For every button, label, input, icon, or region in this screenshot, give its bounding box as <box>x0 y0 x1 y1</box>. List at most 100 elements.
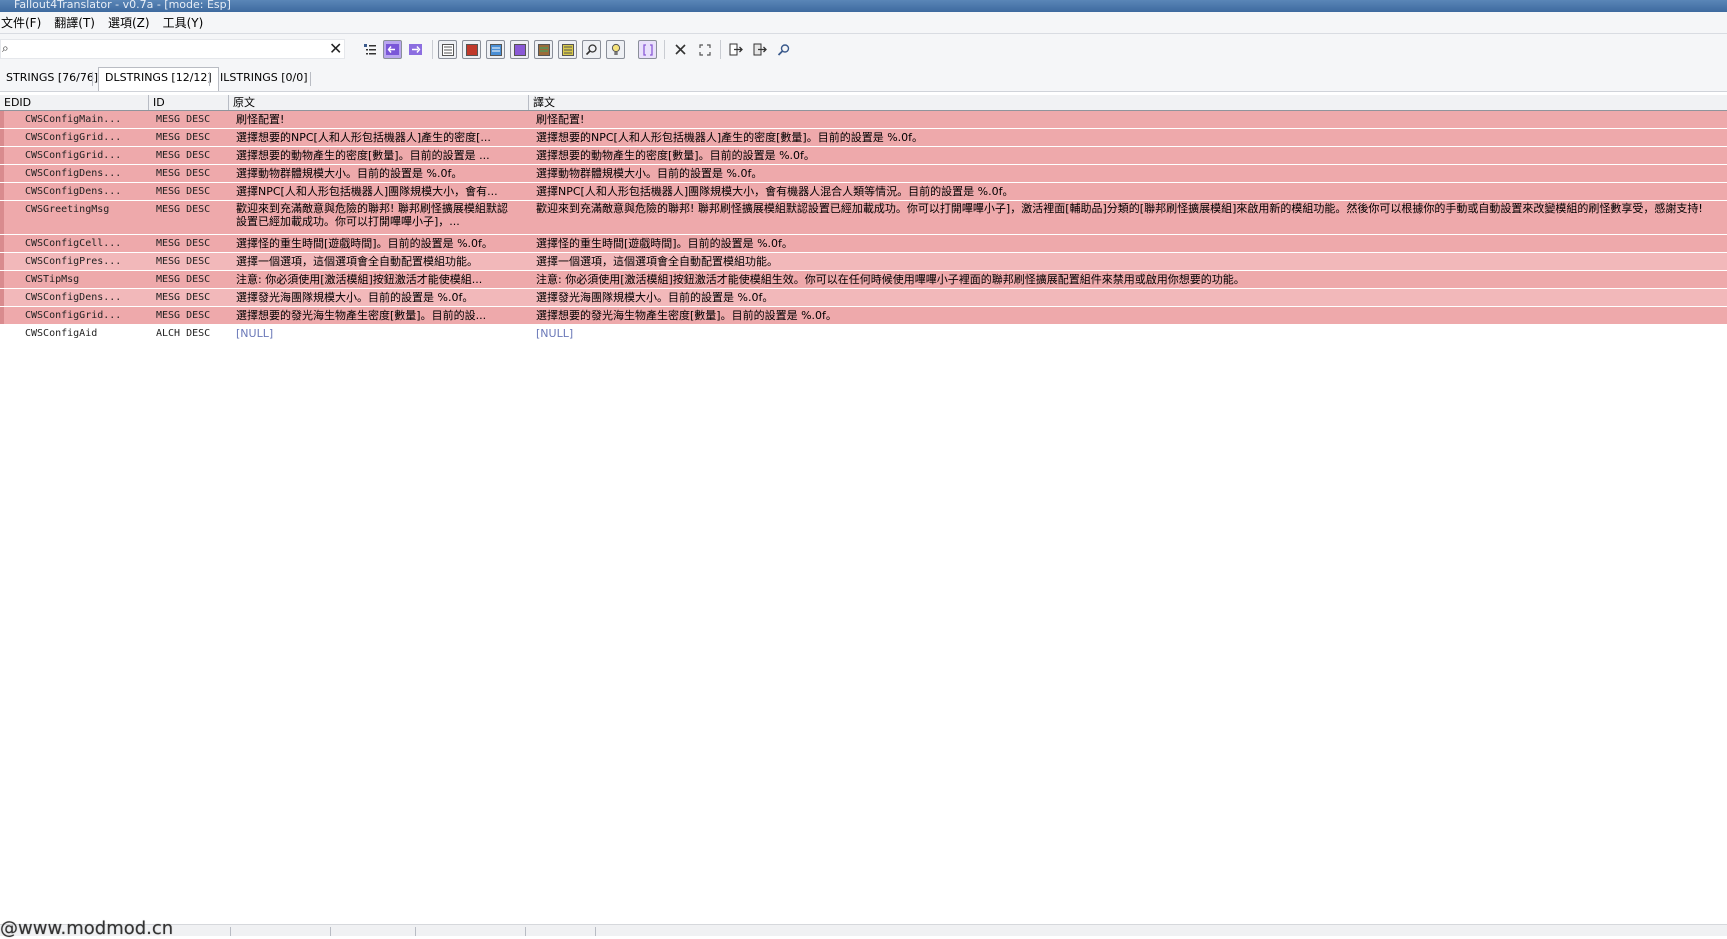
find-icon[interactable] <box>582 40 601 59</box>
close-icon[interactable] <box>671 40 690 59</box>
clear-search-icon[interactable]: ✕ <box>329 39 342 58</box>
row-status-marker <box>0 165 4 182</box>
fullscreen-icon[interactable] <box>695 40 714 59</box>
menu-options[interactable]: 選項(Z) <box>108 14 163 31</box>
cell-original: 選擇想要的NPC[人和人形包括機器人]產生的密度[... <box>236 131 491 144</box>
cell-edid: CWSConfigGrid... <box>25 310 122 321</box>
table-row[interactable]: CWSConfigDens... MESG DESC 選擇動物群體規模大小。目前的設… <box>0 165 1727 183</box>
window-titlebar: Fallout4Translator - v0.7a - [mode: Esp] <box>0 0 1727 12</box>
row-status-marker <box>0 325 4 342</box>
row-status-marker <box>0 147 4 164</box>
cell-original: 選擇一個選項，這個選項會全自動配置模組功能。 <box>236 255 478 268</box>
strings-table: EDID ID 原文 譯文 CWSConfigMain... MESG DESC 刷… <box>0 95 1727 343</box>
tab-dlstrings[interactable]: DLSTRINGS [12/12] <box>98 67 219 91</box>
cell-translation: 選擇怪的重生時間[遊戲時間]。目前的設置是 %.0f。 <box>536 237 793 250</box>
cell-original: 選擇想要的動物產生的密度[數量]。目前的設置是 ... <box>236 149 490 162</box>
cell-edid: CWSConfigDens... <box>25 186 122 197</box>
table-row[interactable]: CWSConfigDens... MESG DESC 選擇發光海團隊規模大小。目前的… <box>0 289 1727 307</box>
row-status-marker <box>0 271 4 288</box>
table-row[interactable]: CWSConfigDens... MESG DESC 選擇NPC[人和人形包括機器人… <box>0 183 1727 201</box>
cell-edid: CWSConfigGrid... <box>25 150 122 161</box>
table-row[interactable]: CWSConfigAid ALCH DESC [NULL] [NULL] <box>0 325 1727 343</box>
cell-id: MESG DESC <box>156 238 211 249</box>
column-header-edid[interactable]: EDID <box>0 95 149 110</box>
table-row[interactable]: CWSGreetingMsg MESG DESC 歡迎來到充滿敵意與危險的聯邦! 聯… <box>0 201 1727 235</box>
row-status-marker <box>0 307 4 324</box>
cell-translation: 選擇一個選項，這個選項會全自動配置模組功能。 <box>536 255 778 268</box>
cell-translation: 選擇想要的NPC[人和人形包括機器人]產生的密度[數量]。目前的設置是 %.0f… <box>536 131 924 144</box>
cell-edid: CWSConfigDens... <box>25 292 122 303</box>
cell-edid: CWSConfigPres... <box>25 256 122 267</box>
table-header: EDID ID 原文 譯文 <box>0 95 1727 111</box>
column-header-id[interactable]: ID <box>149 95 229 110</box>
menu-translate[interactable]: 翻譯(T) <box>54 14 108 31</box>
cell-edid: CWSConfigGrid... <box>25 132 122 143</box>
cell-original: 歡迎來到充滿敵意與危險的聯邦! 聯邦刷怪擴展模組默認設置已經加載成功。你可以打開… <box>236 202 508 228</box>
cell-edid: CWSConfigCell... <box>25 238 122 249</box>
hint-icon[interactable] <box>606 40 625 59</box>
row-status-marker <box>0 253 4 270</box>
menu-bar: 文件(F) 翻譯(T) 選項(Z) 工具(Y) <box>0 12 1727 34</box>
table-row[interactable]: CWSConfigMain... MESG DESC 刷怪配置! 刷怪配置! <box>0 111 1727 129</box>
cell-original: 選擇NPC[人和人形包括機器人]團隊規模大小，會有... <box>236 185 498 198</box>
cell-translation: 注意: 你必須使用[激活模組]按鈕激活才能使模組生效。你可以在任何時候使用嗶嗶小… <box>536 273 1245 286</box>
cell-edid: CWSConfigAid <box>25 328 98 339</box>
table-row[interactable]: CWSConfigCell... MESG DESC 選擇怪的重生時間[遊戲時間]。… <box>0 235 1727 253</box>
search-box: ⌕ ✕ <box>0 39 345 59</box>
cell-id: MESG DESC <box>156 274 211 285</box>
column-header-translation[interactable]: 譯文 <box>529 95 1727 110</box>
cell-original: 選擇怪的重生時間[遊戲時間]。目前的設置是 %.0f。 <box>236 237 493 250</box>
tab-ilstrings[interactable]: ILSTRINGS [0/0] <box>214 67 313 89</box>
cell-id: MESG DESC <box>156 132 211 143</box>
search-user-icon[interactable] <box>774 40 793 59</box>
cell-original: 選擇發光海團隊規模大小。目前的設置是 %.0f。 <box>236 291 474 304</box>
cell-edid: CWSConfigMain... <box>25 114 122 125</box>
cell-id: MESG DESC <box>156 186 211 197</box>
menu-file[interactable]: 文件(F) <box>0 14 54 31</box>
prev-icon[interactable] <box>383 40 402 59</box>
table-row[interactable]: CWSTipMsg MESG DESC 注意: 你必須使用[激活模組]按鈕激活才能使… <box>0 271 1727 289</box>
row-status-marker <box>0 235 4 252</box>
table-row[interactable]: CWSConfigGrid... MESG DESC 選擇想要的發光海生物產生密度[… <box>0 307 1727 325</box>
cell-translation: 選擇動物群體規模大小。目前的設置是 %.0f。 <box>536 167 763 180</box>
search-input[interactable] <box>15 41 319 59</box>
cell-original: 注意: 你必須使用[激活模組]按鈕激活才能使模組... <box>236 273 483 286</box>
filter-yellow-icon[interactable] <box>558 40 577 59</box>
row-status-marker <box>0 111 4 128</box>
cell-edid: CWSGreetingMsg <box>25 204 110 215</box>
row-status-marker <box>0 183 4 200</box>
next-icon[interactable] <box>406 40 425 59</box>
cell-id: MESG DESC <box>156 150 211 161</box>
tree-view-icon[interactable] <box>360 40 379 59</box>
menu-tools[interactable]: 工具(Y) <box>163 14 217 31</box>
cell-id: MESG DESC <box>156 204 211 215</box>
row-status-marker <box>0 289 4 306</box>
cell-translation: 選擇NPC[人和人形包括機器人]團隊規模大小，會有機器人混合人類等情況。目前的設… <box>536 185 1014 198</box>
toolbar: ⌕ ✕ <box>0 34 1727 64</box>
import-icon[interactable] <box>750 40 769 59</box>
filter-purple-icon[interactable] <box>510 40 529 59</box>
cell-id: MESG DESC <box>156 292 211 303</box>
cell-id: ALCH DESC <box>156 328 211 339</box>
column-header-original[interactable]: 原文 <box>229 95 529 110</box>
row-status-marker <box>0 129 4 146</box>
cell-translation: [NULL] <box>536 327 574 340</box>
filter-brown-icon[interactable] <box>534 40 553 59</box>
window-title: Fallout4Translator - v0.7a - [mode: Esp] <box>14 0 231 11</box>
bracket-icon[interactable] <box>638 40 657 59</box>
cell-translation: 選擇想要的發光海生物產生密度[數量]。目前的設置是 %.0f。 <box>536 309 837 322</box>
watermark: @www.modmod.cn <box>0 918 174 939</box>
table-row[interactable]: CWSConfigGrid... MESG DESC 選擇想要的NPC[人和人形包括… <box>0 129 1727 147</box>
filter-all-icon[interactable] <box>438 40 457 59</box>
export-icon[interactable] <box>726 40 745 59</box>
filter-red-icon[interactable] <box>462 40 481 59</box>
table-row[interactable]: CWSConfigPres... MESG DESC 選擇一個選項，這個選項會全自動… <box>0 253 1727 271</box>
status-bar <box>0 924 1727 936</box>
tab-strings[interactable]: STRINGS [76/76] <box>0 67 104 89</box>
table-row[interactable]: CWSConfigGrid... MESG DESC 選擇想要的動物產生的密度[數量… <box>0 147 1727 165</box>
filter-blue-icon[interactable] <box>486 40 505 59</box>
search-icon: ⌕ <box>2 41 9 55</box>
cell-id: MESG DESC <box>156 256 211 267</box>
cell-translation: 選擇發光海團隊規模大小。目前的設置是 %.0f。 <box>536 291 774 304</box>
cell-edid: CWSTipMsg <box>25 274 80 285</box>
